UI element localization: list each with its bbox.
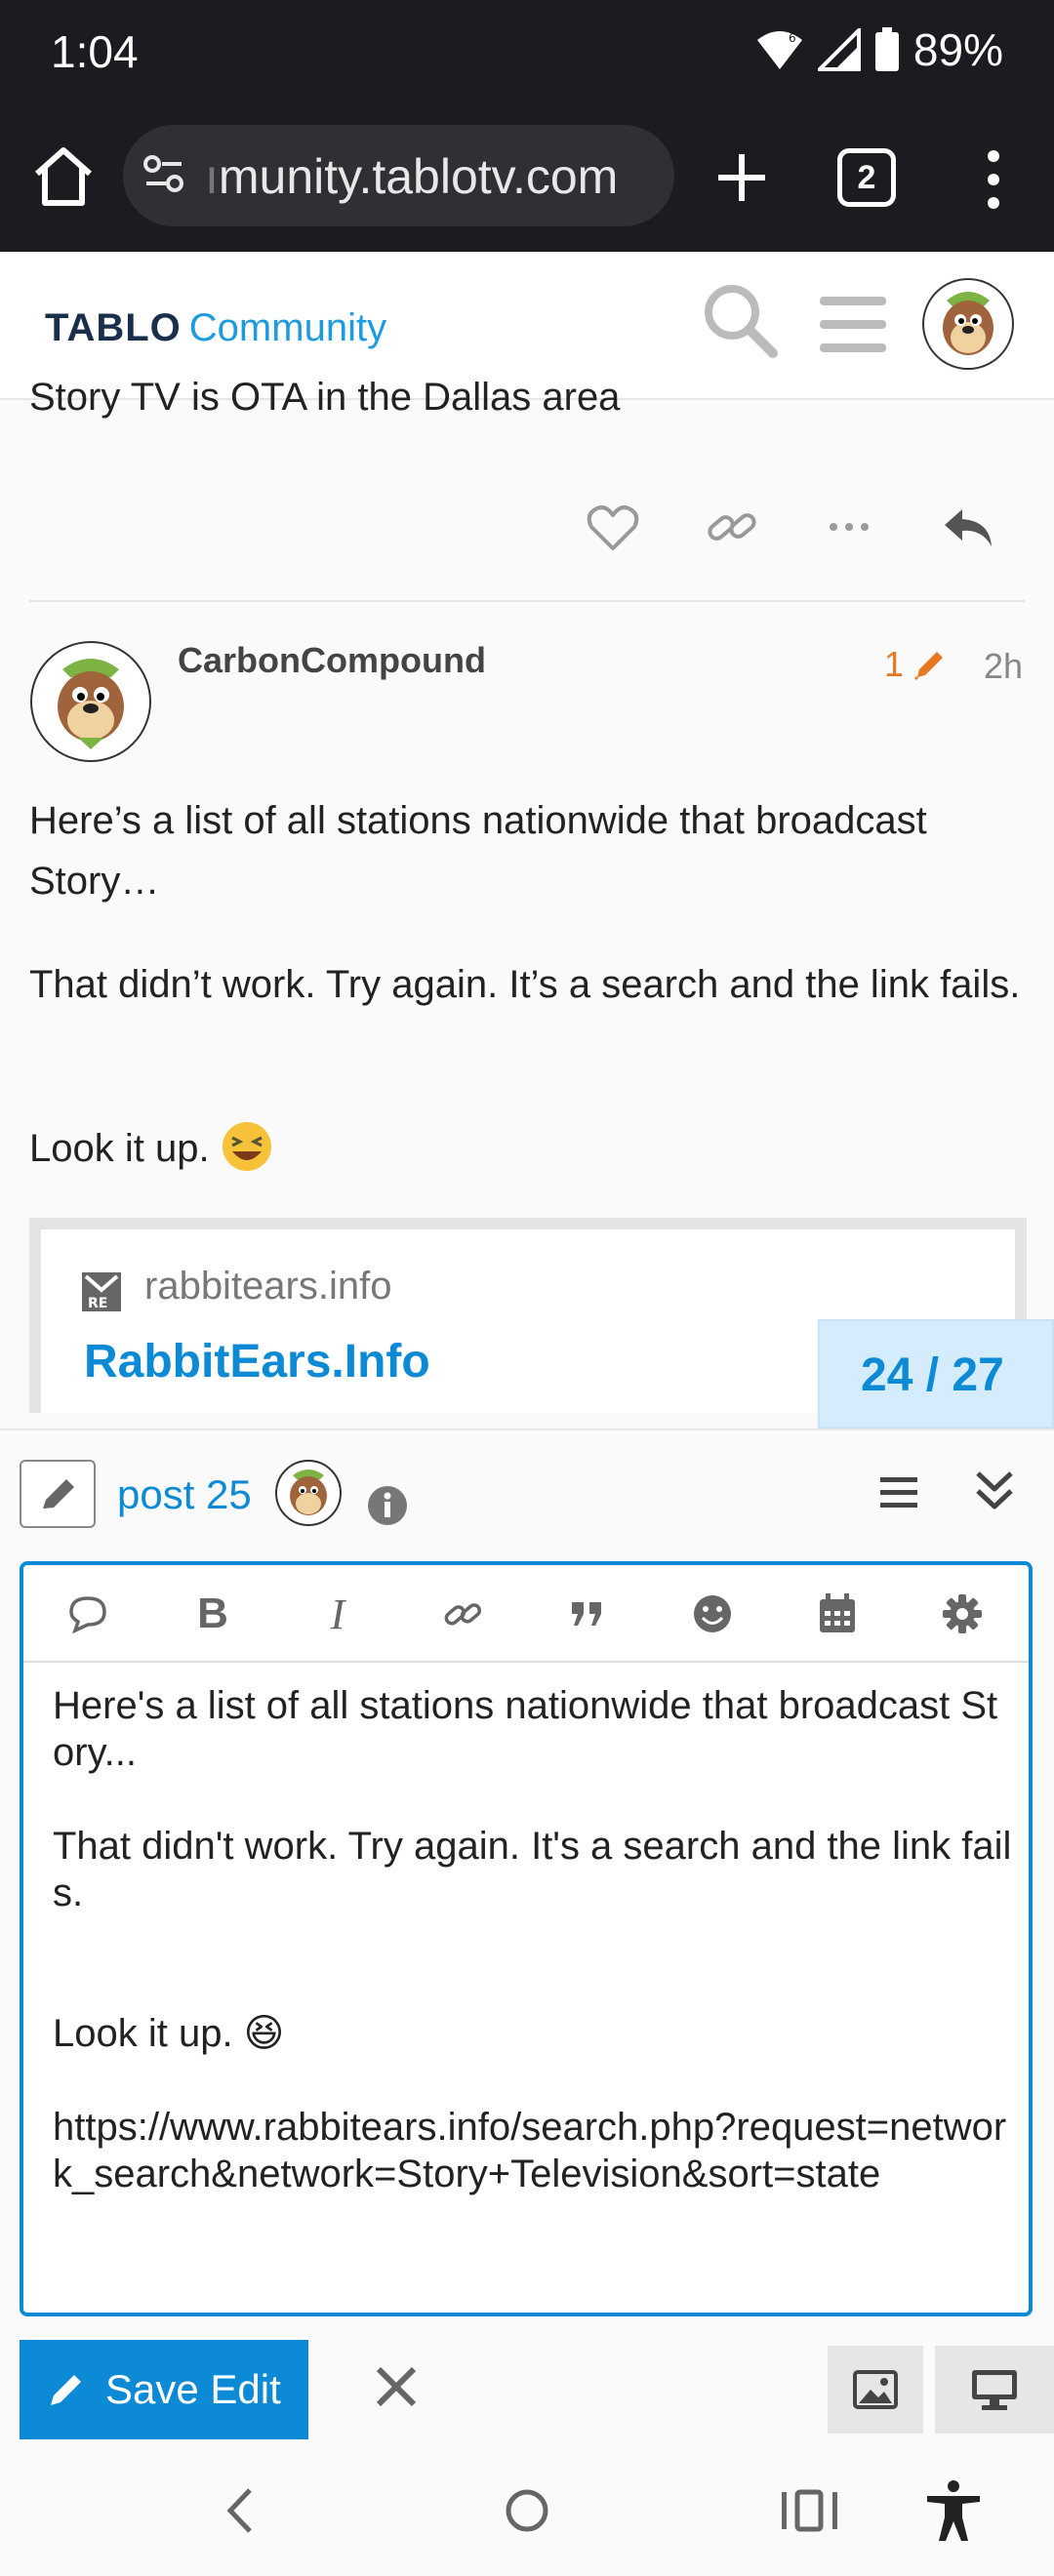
- signal-icon: [817, 28, 861, 71]
- battery-percent: 89%: [912, 24, 1003, 75]
- link-icon: [444, 1603, 482, 1626]
- post-paragraph: That didn’t work. Try again. It’s a sear…: [29, 963, 1021, 1006]
- home-icon[interactable]: [29, 142, 98, 211]
- back-icon[interactable]: [207, 2476, 275, 2545]
- upload-image-button[interactable]: [828, 2346, 923, 2434]
- bold-button[interactable]: B: [189, 1590, 236, 1637]
- save-edit-label: Save Edit: [105, 2366, 281, 2412]
- pencil-icon: [43, 1479, 74, 1509]
- quote-bubble-button[interactable]: [64, 1590, 111, 1637]
- bold-icon: B: [197, 1590, 228, 1637]
- preview-title-link[interactable]: RabbitEars.Info: [84, 1335, 430, 1389]
- laughing-emoji-icon: [222, 1122, 271, 1171]
- post-paragraph: Here’s a list of all stations nationwide…: [29, 799, 927, 903]
- desktop-icon: [972, 2370, 1017, 2410]
- pencil-icon: [51, 2375, 81, 2405]
- options-button[interactable]: [939, 1590, 986, 1637]
- site-favicon-icon: RE: [82, 1272, 121, 1311]
- progress-text: 24 / 27: [861, 1349, 1004, 1401]
- browser-toolbar: ımunity.tablotv.com 2: [0, 107, 1054, 252]
- svg-text:6: 6: [789, 31, 796, 45]
- post-paragraph: Look it up.: [29, 1118, 1034, 1179]
- site-settings-icon[interactable]: [142, 154, 185, 193]
- status-bar: 1:04 6 89%: [0, 0, 1054, 107]
- pencil-icon: [913, 652, 944, 681]
- post-username[interactable]: CarbonCompound: [178, 640, 486, 681]
- topic-progress-indicator[interactable]: 24 / 27: [818, 1319, 1054, 1429]
- post-divider: [29, 600, 1025, 602]
- quote-icon: [572, 1602, 601, 1626]
- reply-composer: post 25 B I Here's a list of all station…: [0, 1429, 1054, 2443]
- info-icon[interactable]: [367, 1485, 408, 1526]
- logo-brand: TABLO: [45, 306, 182, 349]
- post-author-avatar[interactable]: [29, 640, 152, 763]
- smiley-icon: [694, 1595, 731, 1632]
- preview-site-name: rabbitears.info: [144, 1265, 392, 1308]
- home-nav-icon[interactable]: [493, 2476, 561, 2545]
- previous-post-text: Story TV is OTA in the Dallas area: [29, 376, 621, 419]
- save-edit-button[interactable]: Save Edit: [20, 2340, 308, 2439]
- wifi-icon: 6: [756, 31, 802, 69]
- reply-icon[interactable]: [939, 498, 997, 556]
- post-reference-avatar: [275, 1460, 342, 1526]
- gear-icon: [943, 1594, 982, 1633]
- toggle-preview-button[interactable]: [935, 2346, 1054, 2434]
- post-reference-link[interactable]: post 25: [117, 1471, 252, 1518]
- edit-count: 1: [884, 644, 905, 684]
- italic-icon: I: [330, 1590, 345, 1638]
- user-avatar[interactable]: [921, 277, 1015, 371]
- address-bar[interactable]: ımunity.tablotv.com: [123, 125, 674, 226]
- date-button[interactable]: [814, 1590, 861, 1637]
- hyperlink-button[interactable]: [439, 1590, 486, 1637]
- site-logo[interactable]: TABLO Community: [45, 306, 386, 350]
- tab-switcher-button[interactable]: 2: [837, 148, 896, 207]
- close-icon[interactable]: [371, 2361, 422, 2412]
- svg-text:RE: RE: [88, 1296, 107, 1311]
- link-icon[interactable]: [703, 498, 761, 556]
- status-icons: 6 89%: [755, 23, 1003, 76]
- recent-apps-icon[interactable]: [776, 2476, 844, 2545]
- accessibility-icon[interactable]: [919, 2476, 988, 2545]
- clock: 1:04: [51, 26, 139, 77]
- search-icon[interactable]: [701, 281, 779, 359]
- collapse-composer-icon[interactable]: [970, 1466, 1019, 1514]
- system-navigation-bar: [0, 2443, 1054, 2576]
- blockquote-button[interactable]: [564, 1590, 611, 1637]
- new-tab-icon[interactable]: [705, 141, 779, 215]
- browser-menu-icon[interactable]: [968, 142, 1019, 217]
- editor-textarea[interactable]: Here's a list of all stations nationwide…: [53, 1682, 1019, 2197]
- like-heart-icon[interactable]: [584, 498, 642, 556]
- calendar-icon: [820, 1593, 855, 1632]
- battery-icon: [874, 27, 899, 71]
- more-options-icon[interactable]: [820, 498, 878, 556]
- speech-bubble-icon: [69, 1596, 106, 1633]
- italic-button[interactable]: I: [314, 1590, 361, 1638]
- toggle-toolbar-icon[interactable]: [878, 1471, 919, 1512]
- post-timestamp[interactable]: 2h: [984, 646, 1023, 687]
- emoji-button[interactable]: [689, 1590, 736, 1637]
- composer-action-button[interactable]: [20, 1460, 96, 1528]
- edit-history-indicator[interactable]: 1: [884, 644, 949, 685]
- editor-toolbar: B I: [23, 1565, 1029, 1663]
- hamburger-menu-icon[interactable]: [818, 293, 888, 355]
- post-editor[interactable]: B I Here's a list of all stations nation…: [20, 1561, 1033, 2316]
- logo-community: Community: [188, 306, 387, 349]
- url-text: ımunity.tablotv.com: [205, 149, 619, 204]
- image-icon: [853, 2370, 898, 2409]
